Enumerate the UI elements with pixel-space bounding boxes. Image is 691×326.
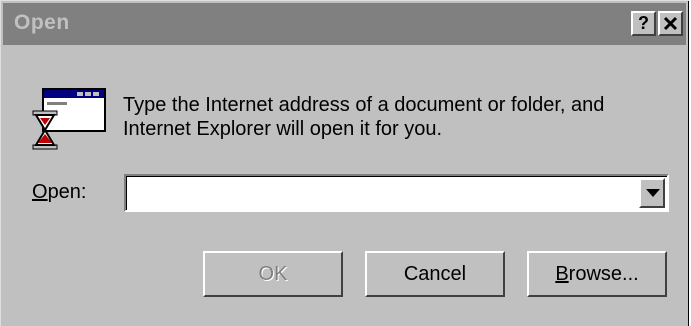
open-label-rest: pen: [47, 181, 87, 203]
browse-rest: rowse... [568, 263, 639, 285]
close-icon [663, 16, 678, 31]
browse-button[interactable]: Browse... [527, 251, 667, 297]
help-button[interactable]: ? [631, 11, 656, 36]
address-input[interactable] [130, 180, 639, 208]
instruction-line-1: Type the Internet address of a document … [123, 94, 605, 116]
window-title: Open [14, 11, 70, 34]
dropdown-button[interactable] [639, 178, 665, 208]
chevron-down-icon [646, 189, 660, 197]
close-button[interactable] [658, 11, 683, 36]
title-bar[interactable]: Open ? [3, 3, 686, 45]
browse-accel: B [555, 263, 569, 285]
address-combobox[interactable] [124, 174, 669, 212]
open-document-hourglass-icon [32, 88, 106, 150]
open-label-accel: O [32, 181, 48, 203]
ok-button[interactable]: OK [203, 251, 343, 297]
instruction-line-2: Internet Explorer will open it for you. [123, 118, 443, 140]
cancel-button[interactable]: Cancel [365, 251, 505, 297]
open-field-label: Open: [32, 181, 87, 204]
instruction-text: Type the Internet address of a document … [123, 93, 663, 141]
open-dialog: Open ? Type the Internet address of a do… [0, 0, 689, 326]
